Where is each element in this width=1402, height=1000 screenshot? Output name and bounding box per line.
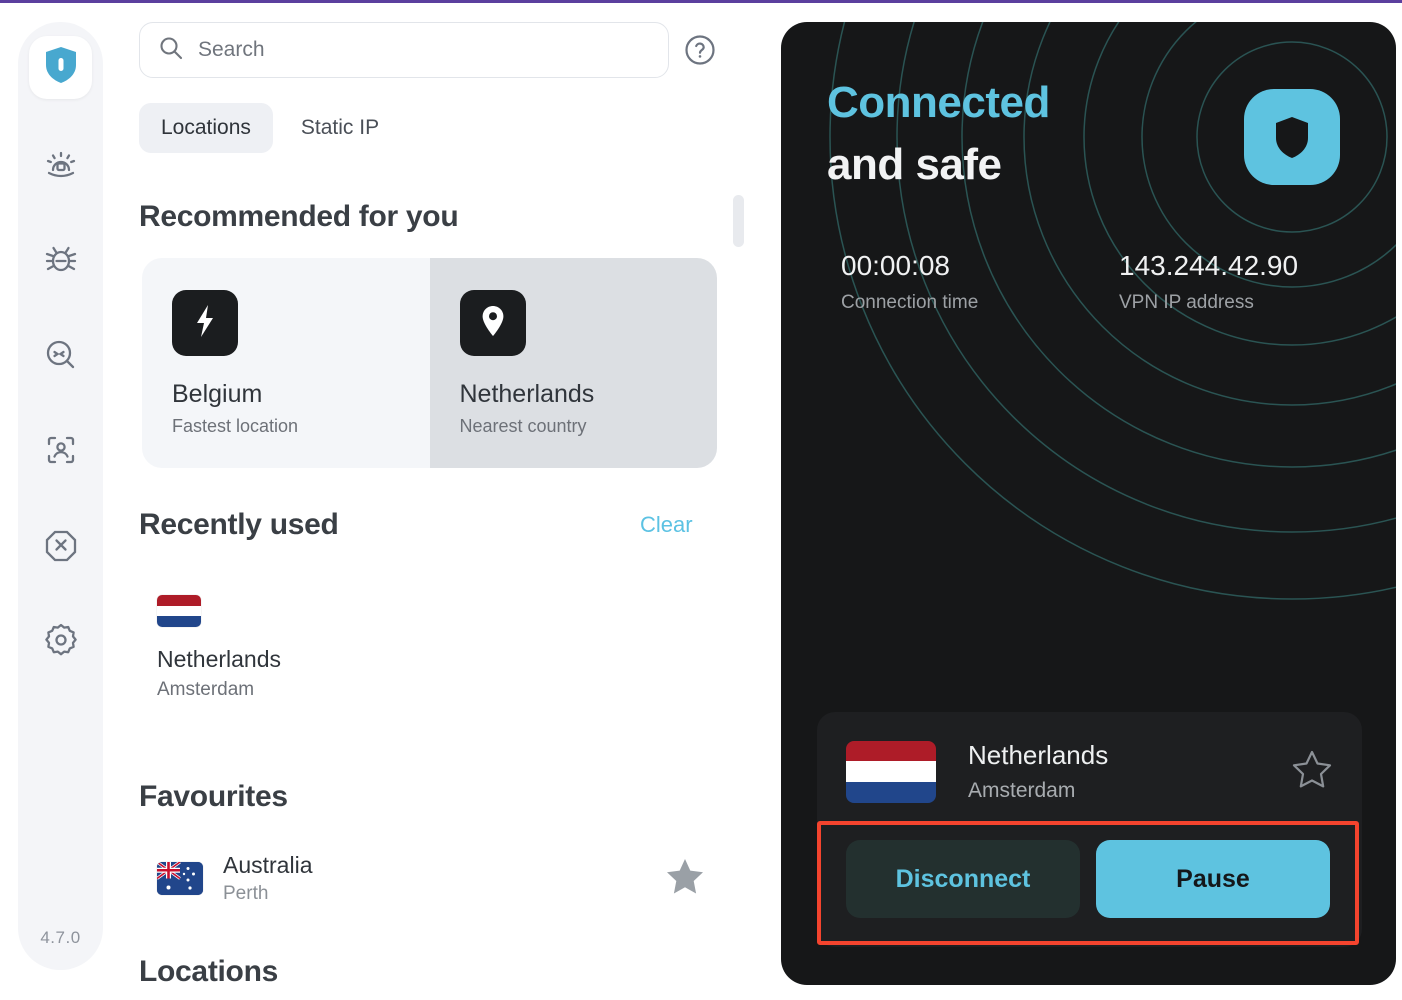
current-server-header: Netherlands Amsterdam [846, 740, 1333, 803]
flag-australia-icon [157, 862, 203, 895]
favourite-country: Australia [223, 852, 313, 878]
sidebar-item-malware-scan[interactable] [31, 230, 91, 290]
search-box[interactable] [139, 22, 669, 78]
meshnet-icon [42, 431, 80, 469]
recommended-card-name: Belgium [172, 380, 263, 408]
recent-city: Amsterdam [157, 679, 255, 700]
favourite-city: Perth [223, 883, 269, 904]
lightning-bolt-icon [192, 304, 218, 343]
star-outline-icon[interactable] [1291, 749, 1333, 794]
locations-heading: Locations [139, 955, 278, 988]
bug-icon [42, 241, 80, 279]
sidebar-item-dark-web-monitor[interactable] [31, 325, 91, 385]
tab-static-ip[interactable]: Static IP [279, 103, 401, 153]
help-circle-icon[interactable] [683, 33, 717, 67]
search-input[interactable] [198, 38, 628, 62]
vpn-ip-label: VPN IP address [1119, 292, 1254, 313]
shield-logo-icon [44, 46, 78, 89]
star-filled-icon[interactable] [665, 857, 705, 900]
connection-time-label: Connection time [841, 292, 979, 313]
sidebar-item-threat-protection[interactable] [31, 135, 91, 195]
status-line-2: and safe [827, 140, 1002, 190]
shield-badge-icon [1244, 89, 1340, 185]
dark-web-monitor-icon [42, 336, 80, 374]
current-server-country: Netherlands [968, 740, 1109, 770]
recommended-card-name: Netherlands [459, 380, 595, 408]
connection-actions: Disconnect Pause [846, 840, 1330, 918]
recommended-card-belgium[interactable]: Belgium Fastest location [142, 258, 430, 468]
fastest-location-tile [172, 290, 238, 356]
sidebar-item-kill-switch[interactable] [31, 515, 91, 575]
search-icon [158, 35, 184, 66]
recommended-card-netherlands[interactable]: Netherlands Nearest country [429, 258, 717, 468]
favourites-heading: Favourites [139, 780, 288, 813]
sidebar-item-settings[interactable] [31, 610, 91, 670]
recommended-heading: Recommended for you [139, 200, 459, 233]
sidebar-logo[interactable] [29, 36, 92, 99]
current-server-card: Netherlands Amsterdam Disconnect Pause [817, 712, 1362, 947]
scrollbar-thumb[interactable] [733, 195, 744, 247]
threat-alert-icon [42, 146, 80, 184]
locations-panel: Locations Static IP Recommended for you … [139, 0, 759, 1000]
pause-button[interactable]: Pause [1096, 840, 1330, 918]
connection-status: Connected and safe [827, 72, 1050, 197]
recent-list-item[interactable]: Netherlands Amsterdam [157, 595, 281, 701]
recommended-card-subtitle: Fastest location [172, 416, 299, 436]
recommended-cards: Belgium Fastest location Netherlands Nea… [142, 258, 717, 468]
current-server-text: Netherlands Amsterdam [968, 740, 1108, 803]
favourite-list-item[interactable]: Australia Perth [157, 852, 705, 905]
connection-time-stat: 00:00:08 Connection time [841, 250, 978, 314]
map-pin-icon [480, 304, 506, 343]
app-version: 4.7.0 [40, 928, 81, 947]
connection-time-value: 00:00:08 [841, 250, 950, 281]
locations-scrollbar[interactable] [733, 190, 744, 980]
recently-used-heading: Recently used [139, 508, 339, 541]
tab-locations[interactable]: Locations [139, 103, 273, 153]
search-row [139, 22, 717, 78]
status-line-1: Connected [827, 78, 1050, 127]
recent-country: Netherlands [157, 646, 282, 672]
recommended-card-subtitle: Nearest country [459, 416, 587, 436]
sidebar: 4.7.0 [18, 22, 103, 970]
connection-panel: Connected and safe 00:00:08 Connection t… [781, 22, 1396, 985]
favourite-text: Australia Perth [223, 852, 312, 905]
clear-recent-button[interactable]: Clear [640, 512, 693, 538]
app-window: 4.7.0 Locations Stat [0, 0, 1402, 1000]
gear-icon [42, 621, 80, 659]
tab-bar: Locations Static IP [139, 103, 401, 153]
flag-netherlands-icon [846, 740, 936, 803]
vpn-ip-stat: 143.244.42.90 VPN IP address [1119, 250, 1298, 314]
sidebar-item-meshnet[interactable] [31, 420, 91, 480]
disconnect-button[interactable]: Disconnect [846, 840, 1080, 918]
vpn-ip-value: 143.244.42.90 [1119, 250, 1299, 281]
flag-netherlands-icon [157, 595, 201, 627]
kill-switch-icon [42, 526, 80, 564]
current-server-city: Amsterdam [968, 779, 1076, 802]
nearest-country-tile [459, 290, 526, 356]
